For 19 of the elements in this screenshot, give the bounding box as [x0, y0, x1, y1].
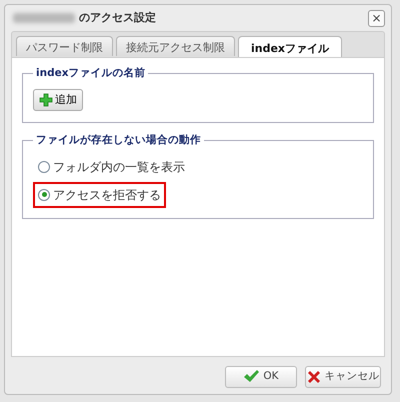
option-label: アクセスを拒否する — [53, 186, 161, 204]
window-title: のアクセス設定 — [79, 10, 156, 26]
tab[interactable]: パスワード制限 — [16, 36, 113, 56]
plus-icon — [39, 92, 53, 107]
tab[interactable]: 接続元アクセス制限 — [116, 36, 235, 56]
radio-option[interactable]: フォルダ内の一覧を表示 — [33, 154, 190, 180]
group-title: ファイルが存在しない場合の動作 — [35, 135, 202, 146]
highlighted-option[interactable]: アクセスを拒否する — [33, 182, 166, 208]
group-title: indexファイルの名前 — [35, 68, 146, 78]
tab[interactable]: indexファイル — [238, 36, 342, 58]
option-label: フォルダ内の一覧を表示 — [53, 158, 185, 176]
check-icon — [243, 370, 260, 384]
cross-icon — [306, 370, 320, 384]
radio-button[interactable] — [38, 188, 50, 201]
radio-button[interactable] — [38, 160, 50, 173]
add-button[interactable]: 追加 — [33, 88, 83, 111]
ok-button[interactable]: OK — [225, 366, 297, 388]
cancel-button[interactable]: キャンセル — [305, 366, 381, 388]
close-button[interactable]: × — [368, 10, 385, 26]
